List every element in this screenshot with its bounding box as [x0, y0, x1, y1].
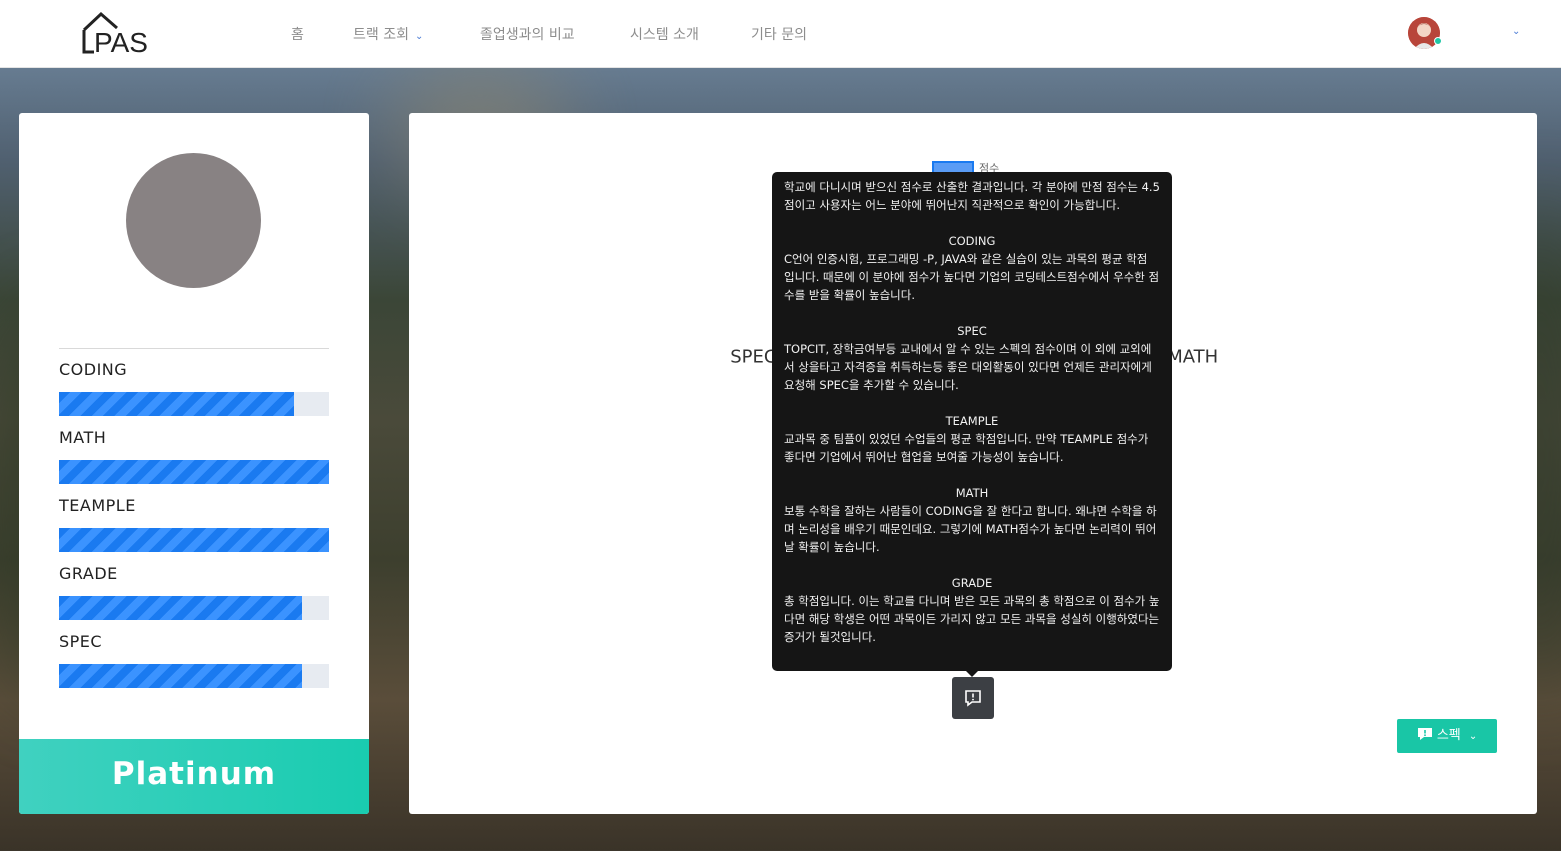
skill-bar-teample [59, 528, 329, 552]
tooltip-section-spec: SPEC TOPCIT, 장학금여부등 교내에서 알 수 있는 스펙의 점수이며… [784, 322, 1160, 394]
tooltip-section-body: C언어 인증시험, 프로그래밍 -P, JAVA와 같은 실습이 있는 과목의 … [784, 252, 1160, 302]
nav-contact[interactable]: 기타 문의 [751, 24, 807, 44]
tooltip-section-teample: TEAMPLE 교과목 중 팀플이 있었던 수업들의 평균 학점입니다. 만약 … [784, 412, 1160, 466]
chevron-down-icon: ⌄ [414, 31, 424, 42]
tooltip-section-body: 총 학점입니다. 이는 학교를 다니며 받은 모든 과목의 총 학점으로 이 점… [784, 594, 1160, 644]
skill-bar-fill [59, 460, 329, 484]
spec-button-label: 스펙 [1436, 728, 1461, 743]
radar-axis-label-math: MATH [1167, 347, 1218, 368]
tooltip-section-body: 교과목 중 팀플이 있었던 수업들의 평균 학점입니다. 만약 TEAMPLE … [784, 432, 1149, 464]
tooltip-section-coding: CODING C언어 인증시험, 프로그래밍 -P, JAVA와 같은 실습이 … [784, 232, 1160, 304]
svg-text:PAS: PAS [94, 27, 148, 54]
tooltip-intro: 학교에 다니시며 받으신 점수로 산출한 결과입니다. 각 분야에 만점 점수는… [784, 180, 1160, 212]
profile-card: CODING MATH TEAMPLE GRADE SPEC Platinum [19, 113, 369, 814]
nav-compare[interactable]: 졸업생과의 비교 [480, 24, 575, 44]
nav-compare-label: 졸업생과의 비교 [480, 27, 575, 43]
skill-label-math: MATH [59, 428, 107, 447]
tooltip-section-body: 보통 수학을 잘하는 사람들이 CODING을 잘 한다고 합니다. 왜냐면 수… [784, 504, 1157, 554]
skill-bar-spec [59, 664, 329, 688]
skill-label-spec: SPEC [59, 632, 103, 651]
skill-label-grade: GRADE [59, 564, 118, 583]
nav-track[interactable]: 트랙 조회 ⌄ [353, 24, 423, 44]
nav-home-label: 홈 [291, 27, 304, 43]
skill-bar-fill [59, 528, 329, 552]
chevron-down-icon: ⌄ [1468, 731, 1478, 742]
nav-about-label: 시스템 소개 [630, 27, 699, 43]
help-button[interactable] [952, 677, 994, 719]
online-status-dot [1434, 37, 1442, 45]
skill-bar-fill [59, 596, 302, 620]
tooltip-section-title: CODING [948, 234, 996, 248]
tooltip-arrow [965, 670, 979, 677]
skill-bar-fill [59, 392, 294, 416]
tooltip-section-title: TEAMPLE [945, 414, 999, 428]
skill-bar-coding [59, 392, 329, 416]
nav-track-label: 트랙 조회 [353, 27, 409, 43]
tooltip-section-math: MATH 보통 수학을 잘하는 사람들이 CODING을 잘 한다고 합니다. … [784, 484, 1160, 556]
profile-photo-placeholder [126, 153, 261, 288]
pas-logo[interactable]: PAS [80, 8, 148, 54]
tooltip-section-title: MATH [955, 486, 989, 500]
skill-label-coding: CODING [59, 360, 128, 379]
radar-axis-label-spec: SPEC [730, 347, 776, 368]
nav-about[interactable]: 시스템 소개 [630, 24, 699, 44]
skill-bar-grade [59, 596, 329, 620]
user-menu-chevron-icon[interactable]: ⌄ [1512, 26, 1520, 37]
tooltip-section-grade: GRADE 총 학점입니다. 이는 학교를 다니며 받은 모든 과목의 총 학점… [784, 574, 1160, 646]
skill-label-teample: TEAMPLE [59, 496, 136, 515]
tooltip-section-title: SPEC [957, 324, 987, 338]
divider [59, 348, 329, 349]
skill-bar-math [59, 460, 329, 484]
nav-contact-label: 기타 문의 [751, 27, 807, 43]
top-navbar: PAS 홈 트랙 조회 ⌄ 졸업생과의 비교 시스템 소개 기타 문의 ⌄ [0, 0, 1561, 68]
skill-bar-fill [59, 664, 302, 688]
comment-alert-icon [1417, 728, 1432, 740]
spec-dropdown-button[interactable]: 스펙 ⌄ [1397, 719, 1497, 753]
comment-alert-icon [965, 690, 981, 707]
nav-home[interactable]: 홈 [291, 24, 304, 44]
tooltip-section-title: GRADE [951, 576, 993, 590]
tooltip-section-body: TOPCIT, 장학금여부등 교내에서 알 수 있는 스펙의 점수이며 이 외에… [784, 342, 1152, 392]
tier-badge: Platinum [19, 739, 369, 814]
help-tooltip: 학교에 다니시며 받으신 점수로 산출한 결과입니다. 각 분야에 만점 점수는… [772, 172, 1172, 671]
